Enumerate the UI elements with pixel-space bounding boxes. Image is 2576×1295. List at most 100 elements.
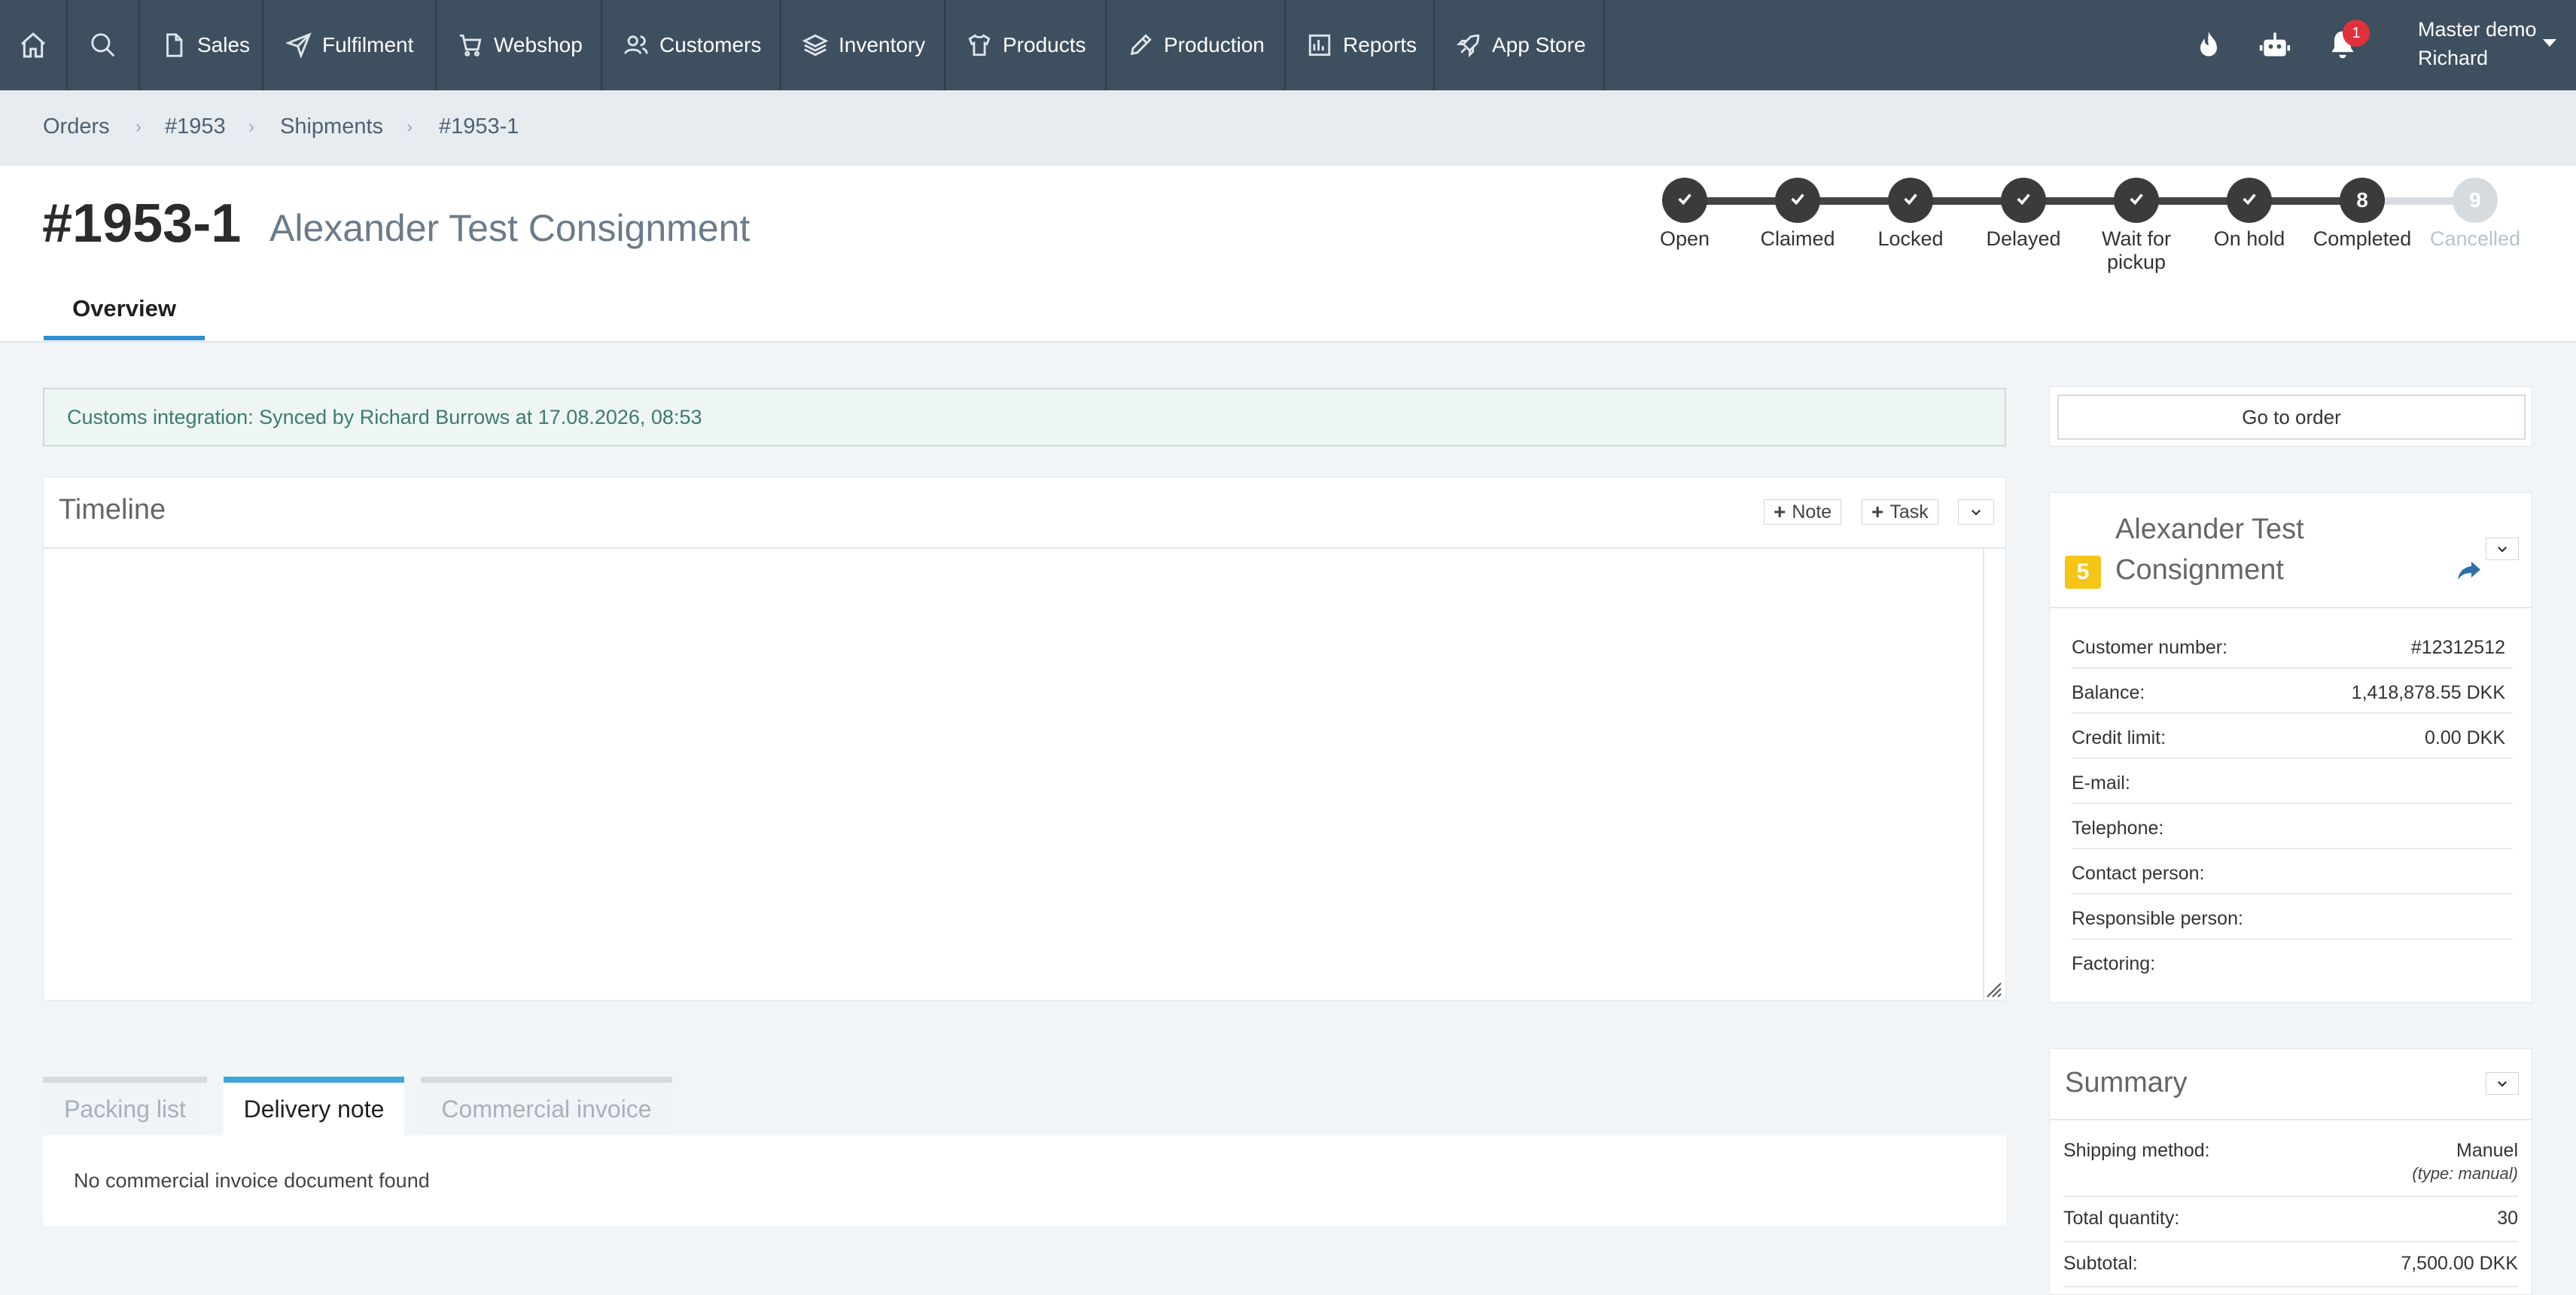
resize-handle-icon[interactable]	[1983, 979, 2002, 998]
status-label-wait-for-pickup: Wait for pickup	[2101, 227, 2171, 273]
divider	[43, 547, 2006, 549]
nav-sales[interactable]: Sales	[140, 0, 263, 90]
customer-rank-badge: 5	[2065, 556, 2101, 589]
nav-production[interactable]: Production	[1107, 0, 1286, 90]
status-label-completed: Completed	[2313, 227, 2412, 250]
field-label: Shipping method:	[2063, 1140, 2210, 1161]
contact-person-row: Contact person:	[2072, 849, 2513, 894]
nav-inventory[interactable]: Inventory	[781, 0, 945, 90]
add-task-label: Task	[1889, 501, 1929, 523]
breadcrumb-shipments[interactable]: Shipments	[280, 114, 383, 139]
send-icon	[286, 32, 312, 58]
tab-overview[interactable]: Overview	[44, 295, 205, 340]
status-label-locked: Locked	[1877, 227, 1944, 250]
search-button[interactable]	[68, 0, 140, 90]
flame-button[interactable]	[2192, 29, 2225, 62]
status-step-on-hold[interactable]	[2227, 178, 2272, 223]
search-icon	[89, 31, 117, 59]
nav-products-label: Products	[1003, 33, 1086, 56]
field-label: E-mail:	[2072, 772, 2130, 794]
field-label: Customer number:	[2072, 637, 2228, 658]
check-icon	[2128, 188, 2145, 212]
chevron-down-icon	[2495, 1077, 2509, 1090]
page-title: #1953-1	[42, 193, 242, 254]
nav-reports[interactable]: Reports	[1286, 0, 1435, 90]
document-empty-message: No commercial invoice document found	[74, 1169, 430, 1192]
status-step-cancelled[interactable]: 9	[2453, 178, 2498, 223]
tab-packing-list[interactable]: Packing list	[43, 1077, 207, 1135]
shirt-icon	[967, 32, 992, 58]
subtotal-row: Subtotal: 7,500.00 DKK	[2063, 1242, 2518, 1287]
status-step-delayed[interactable]	[2001, 178, 2046, 223]
nav-customers[interactable]: Customers	[602, 0, 781, 90]
plus-icon: +	[1871, 500, 1884, 523]
shipping-method-row: Shipping method: Manuel (type: manual)	[2063, 1129, 2518, 1197]
bell-icon	[2326, 31, 2359, 65]
check-icon	[1676, 188, 1693, 212]
status-label-claimed: Claimed	[1760, 227, 1835, 250]
balance-row: Balance: 1,418,878.55 DKK	[2072, 669, 2513, 714]
customer-collapse-button[interactable]	[2486, 538, 2519, 560]
customer-name[interactable]: Alexander Test Consignment	[2115, 509, 2416, 590]
field-label: Telephone:	[2072, 818, 2164, 839]
robot-button[interactable]	[2258, 29, 2291, 62]
status-step-claimed[interactable]	[1775, 178, 1820, 223]
timeline-title: Timeline	[59, 494, 166, 526]
customs-sync-notice: Customs integration: Synced by Richard B…	[43, 388, 2006, 446]
tab-commercial-invoice[interactable]: Commercial invoice	[421, 1077, 672, 1135]
status-label-cancelled: Cancelled	[2429, 227, 2521, 250]
status-step-locked[interactable]	[1888, 178, 1933, 223]
caret-down-icon[interactable]	[2543, 39, 2556, 47]
timeline-scrollbar[interactable]	[1983, 549, 1984, 999]
go-to-order-button[interactable]: Go to order	[2057, 395, 2526, 440]
chevron-right-icon: ›	[406, 117, 413, 137]
add-note-button[interactable]: + Note	[1764, 499, 1842, 525]
nav-app-store-label: App Store	[1492, 33, 1586, 56]
cart-icon	[458, 32, 483, 58]
chart-icon	[1307, 32, 1332, 58]
breadcrumb-shipment[interactable]: #1953-1	[439, 114, 519, 139]
user-menu[interactable]: Master demo Richard	[2418, 15, 2537, 72]
responsible-person-row: Responsible person:	[2072, 894, 2513, 940]
field-value: #12312512	[2410, 637, 2505, 658]
shipping-type-note: (type: manual)	[2412, 1164, 2518, 1183]
status-step-open[interactable]	[1662, 178, 1707, 223]
breadcrumb-order[interactable]: #1953	[165, 114, 226, 139]
check-icon	[1789, 188, 1806, 212]
field-value: Manuel	[2456, 1140, 2518, 1161]
share-icon[interactable]	[2456, 557, 2483, 584]
document-icon	[161, 32, 187, 58]
summary-collapse-button[interactable]	[2486, 1072, 2519, 1095]
breadcrumb	[0, 90, 2576, 166]
nav-app-store[interactable]: App Store	[1435, 0, 1605, 90]
field-label: Contact person:	[2072, 863, 2205, 884]
layers-icon	[802, 32, 828, 58]
rocket-icon	[1456, 32, 1481, 58]
home-button[interactable]	[0, 0, 68, 90]
status-label-on-hold: On hold	[2213, 227, 2285, 250]
timeline-collapse-button[interactable]	[1958, 499, 1994, 525]
nav-products[interactable]: Products	[945, 0, 1107, 90]
nav-sales-label: Sales	[197, 33, 251, 56]
divider	[2049, 607, 2532, 608]
chevron-down-icon	[2495, 542, 2509, 556]
nav-webshop[interactable]: Webshop	[437, 0, 602, 90]
field-label: Subtotal:	[2063, 1253, 2138, 1274]
divider	[2049, 1119, 2532, 1120]
robot-icon	[2258, 32, 2291, 65]
status-label-delayed: Delayed	[1986, 227, 2061, 250]
status-step-completed[interactable]: 8	[2340, 178, 2385, 223]
telephone-row: Telephone:	[2072, 804, 2513, 849]
status-step-wait-for-pickup[interactable]	[2114, 178, 2159, 223]
tab-delivery-note[interactable]: Delivery note	[224, 1077, 404, 1135]
field-label: Factoring:	[2072, 953, 2156, 974]
factoring-row: Factoring:	[2072, 940, 2513, 985]
check-icon	[1902, 188, 1919, 212]
add-task-button[interactable]: + Task	[1862, 499, 1938, 525]
nav-fulfilment[interactable]: Fulfilment	[263, 0, 437, 90]
nav-webshop-label: Webshop	[494, 33, 583, 56]
field-label: Total quantity:	[2063, 1208, 2180, 1229]
breadcrumb-orders[interactable]: Orders	[43, 114, 110, 139]
credit-limit-row: Credit limit: 0.00 DKK	[2072, 714, 2513, 759]
total-quantity-row: Total quantity: 30	[2063, 1197, 2518, 1242]
